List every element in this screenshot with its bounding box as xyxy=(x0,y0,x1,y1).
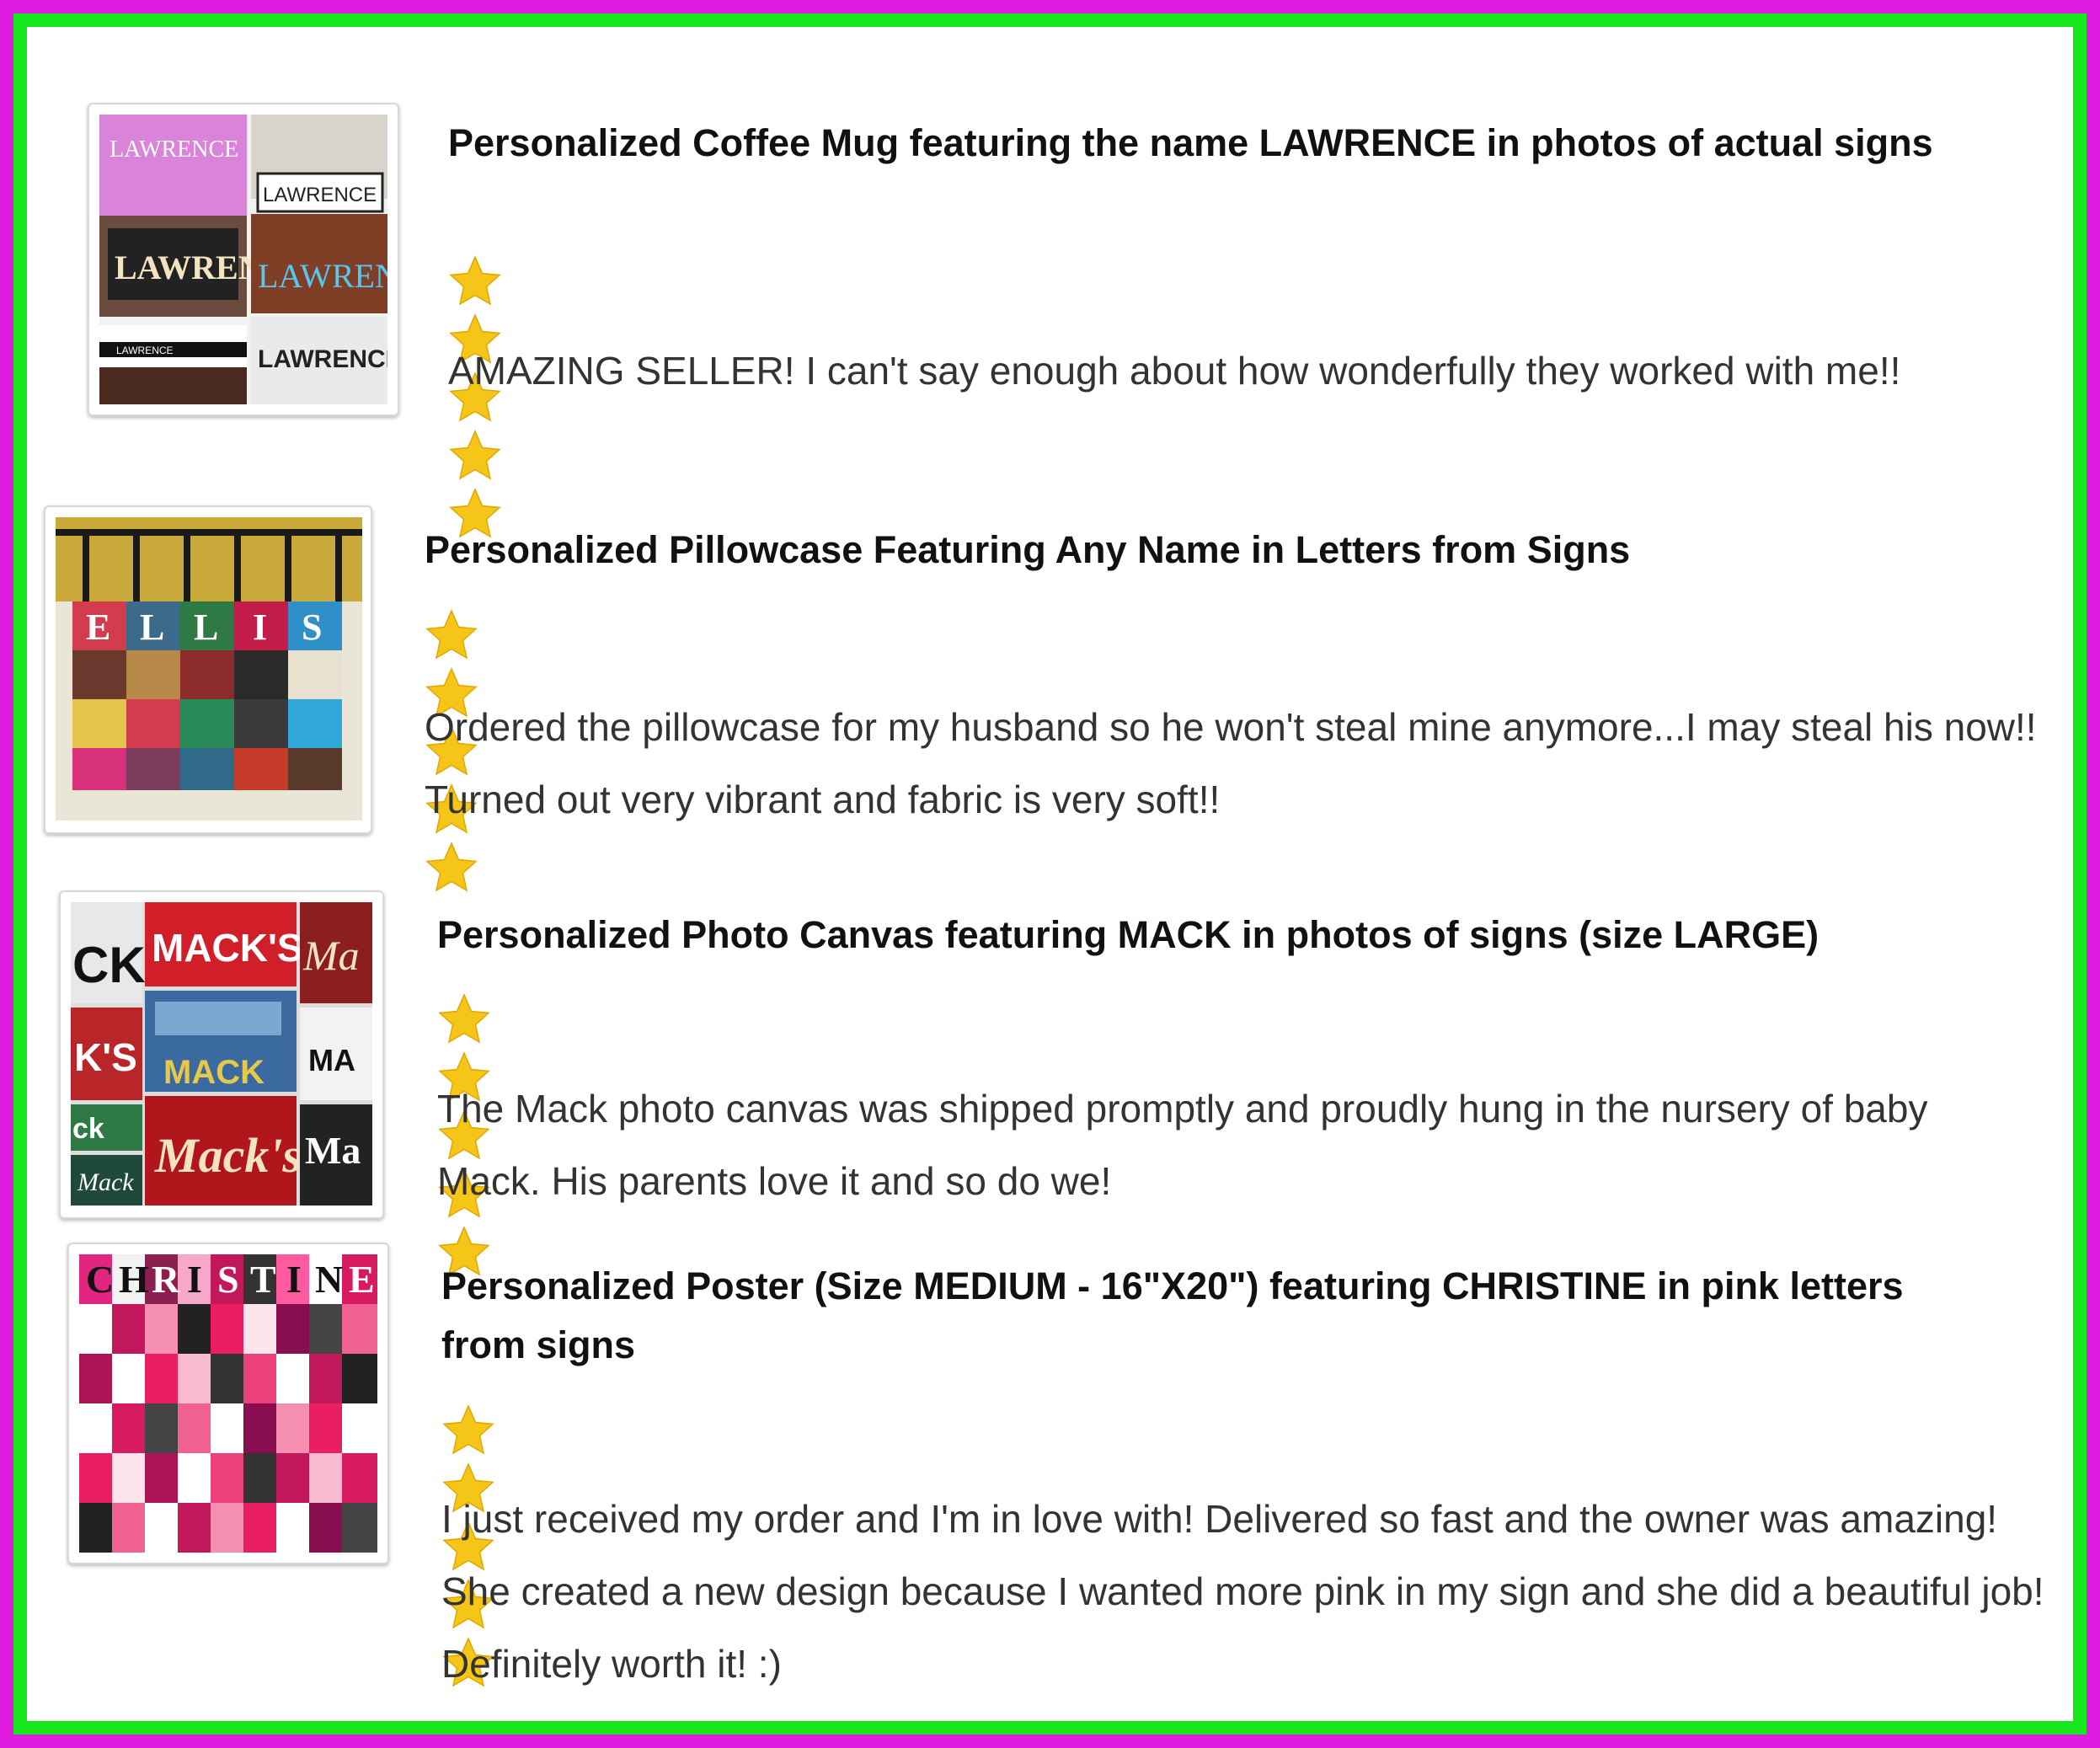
christine-poster-collage: C H R I S T I N E xyxy=(79,1254,377,1553)
review-text: Ordered the pillowcase for my husband so… xyxy=(425,705,2037,821)
review-text: AMAZING SELLER! I can't say enough about… xyxy=(448,349,1901,393)
image-label: LAWRENCE xyxy=(116,345,174,356)
product-thumbnail[interactable]: C H R I S T I N E xyxy=(67,1243,389,1564)
star-rating xyxy=(441,1403,500,1687)
image-label: T xyxy=(250,1258,276,1301)
star-icon xyxy=(442,1404,494,1455)
image-label: E xyxy=(349,1258,375,1301)
image-label: E xyxy=(86,607,110,648)
image-label: C xyxy=(86,1258,114,1301)
image-label: I xyxy=(253,607,267,648)
star-icon xyxy=(425,842,478,892)
review-product-title[interactable]: Personalized Pillowcase Featuring Any Na… xyxy=(425,521,2025,580)
image-label: MACK xyxy=(163,1054,265,1091)
image-label: LAWRENCE xyxy=(258,257,387,295)
product-thumbnail[interactable]: CK MACK'S Ma K'S MACK MA ck Mack's Ma Ma… xyxy=(59,890,384,1219)
image-label: L xyxy=(194,607,218,648)
image-label: LAWRENCE xyxy=(263,184,377,206)
image-label: CK xyxy=(72,937,146,993)
star-icon xyxy=(449,430,501,480)
image-label: MACK'S xyxy=(152,926,303,970)
image-label: N xyxy=(315,1258,343,1301)
star-icon xyxy=(449,255,501,306)
image-label: I xyxy=(187,1258,202,1301)
review-product-title[interactable]: Personalized Poster (Size MEDIUM - 16"X2… xyxy=(441,1257,1983,1375)
pillowcase-collage: E L L I S xyxy=(56,517,362,821)
review-product-title[interactable]: Personalized Photo Canvas featuring MACK… xyxy=(437,906,2055,965)
star-rating xyxy=(448,254,507,538)
image-label: MA xyxy=(308,1043,355,1077)
image-label: Ma xyxy=(302,932,360,979)
image-label: LAWRENCE xyxy=(110,136,238,163)
image-label: H xyxy=(119,1258,149,1301)
image-label: S xyxy=(302,607,322,648)
product-thumbnail[interactable]: E L L I S xyxy=(44,505,372,834)
star-rating xyxy=(425,608,484,892)
review-text: I just received my order and I'm in love… xyxy=(441,1497,2044,1686)
mack-canvas-collage: CK MACK'S Ma K'S MACK MA ck Mack's Ma Ma… xyxy=(71,902,372,1205)
lawrence-mug-collage: LAWRENCE LAWRENCE LAWRENCE LAWRENCE LAWR… xyxy=(99,115,387,404)
image-label: L xyxy=(140,607,164,648)
image-label: I xyxy=(286,1258,302,1301)
image-label: ck xyxy=(72,1113,104,1145)
review-text: The Mack photo canvas was shipped prompt… xyxy=(437,1087,1928,1203)
star-rating xyxy=(437,992,496,1276)
image-label: K'S xyxy=(74,1035,137,1079)
image-label: R xyxy=(152,1258,180,1301)
image-label: Mack's xyxy=(154,1128,302,1183)
star-icon xyxy=(438,993,490,1044)
review-product-title[interactable]: Personalized Coffee Mug featuring the na… xyxy=(448,114,1990,173)
image-label: Ma xyxy=(305,1129,361,1172)
image-label: LAWRENCE xyxy=(258,345,387,373)
product-thumbnail[interactable]: LAWRENCE LAWRENCE LAWRENCE LAWRENCE LAWR… xyxy=(88,103,399,416)
image-label: Mack xyxy=(77,1168,134,1196)
star-icon xyxy=(425,609,478,660)
reviews-panel: LAWRENCE LAWRENCE LAWRENCE LAWRENCE LAWR… xyxy=(27,27,2073,1721)
image-label: S xyxy=(217,1258,239,1301)
